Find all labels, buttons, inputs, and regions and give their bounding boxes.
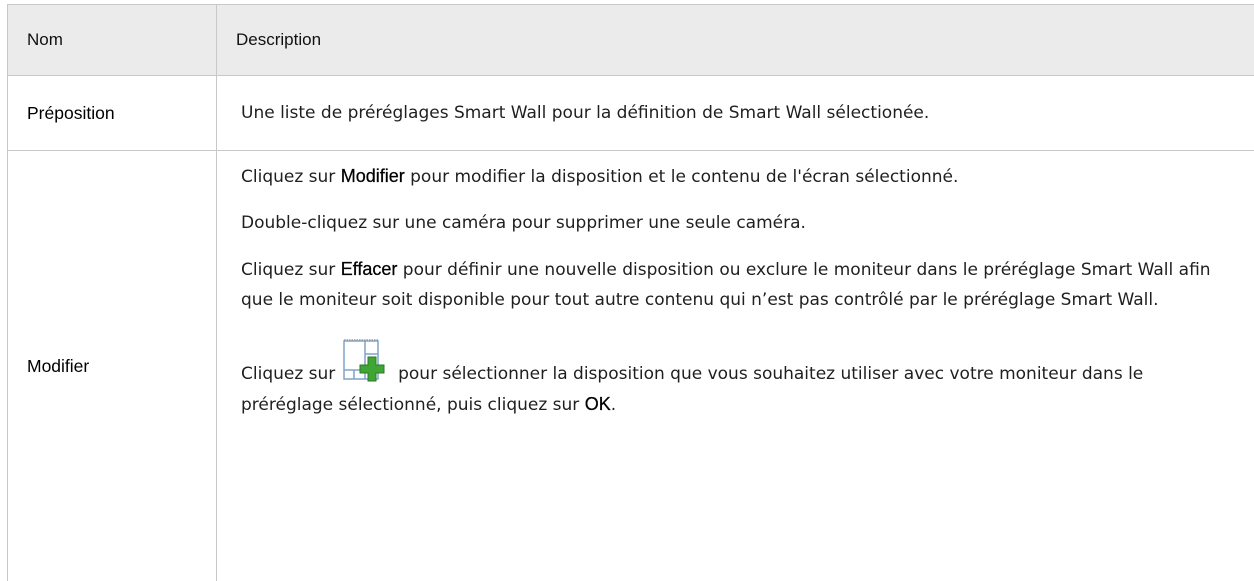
text: pour modifier la disposition et le conte… xyxy=(405,167,959,187)
table-row: Modifier Cliquez sur Modifier pour modif… xyxy=(8,151,1254,581)
row-description: Cliquez sur Modifier pour modifier la di… xyxy=(217,151,1254,581)
text: Cliquez sur xyxy=(241,167,341,187)
description-paragraph: Cliquez sur Effacer pour définir une nou… xyxy=(241,254,1238,315)
table-header-row: Nom Description xyxy=(8,5,1254,76)
table-row: Préposition Une liste de préréglages Sma… xyxy=(8,76,1254,151)
effacer-keyword: Effacer xyxy=(341,259,398,279)
row-description: Une liste de préréglages Smart Wall pour… xyxy=(217,76,1254,151)
description-paragraph: Double-cliquez sur une caméra pour suppr… xyxy=(241,208,1238,238)
description-paragraph: Cliquez sur pour sélectionner la disposi… xyxy=(241,337,1238,420)
text: Cliquez sur xyxy=(241,260,341,280)
text: Cliquez sur xyxy=(241,364,341,384)
text: . xyxy=(611,395,616,415)
ok-keyword: OK xyxy=(585,394,611,414)
description-paragraph: Cliquez sur Modifier pour modifier la di… xyxy=(241,161,1238,192)
definition-table: Nom Description Préposition Une liste de… xyxy=(7,4,1254,581)
row-name: Modifier xyxy=(8,151,217,581)
header-description: Description xyxy=(217,5,1254,76)
modifier-keyword: Modifier xyxy=(341,166,405,186)
header-name: Nom xyxy=(8,5,217,76)
add-layout-icon xyxy=(343,337,391,385)
row-name: Préposition xyxy=(8,76,217,151)
